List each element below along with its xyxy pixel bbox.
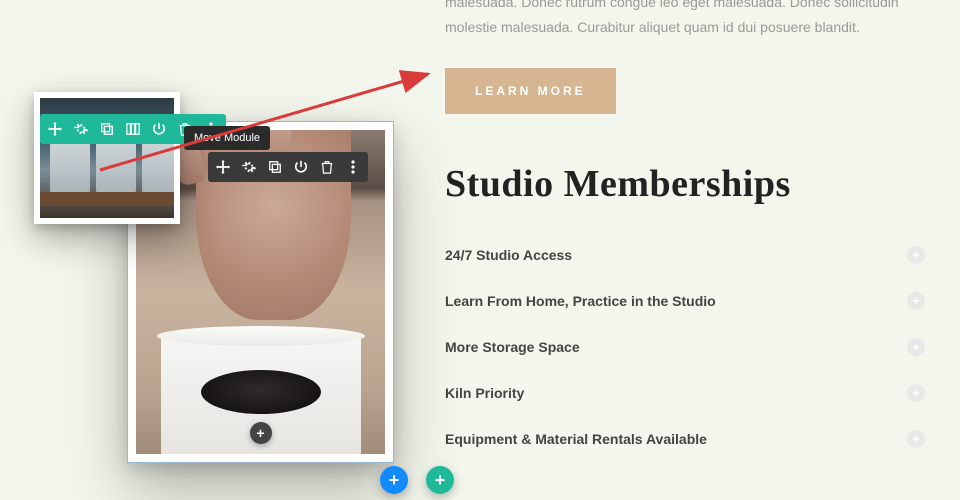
expand-icon: +	[907, 338, 925, 356]
accordion-item[interactable]: Equipment & Material Rentals Available +	[445, 416, 925, 462]
accordion-label: More Storage Space	[445, 339, 580, 355]
more-icon[interactable]	[342, 156, 364, 178]
expand-icon: +	[907, 430, 925, 448]
content-column: malesuada. Donec rutrum congue leo eget …	[445, 0, 925, 462]
add-row-button[interactable]: +	[426, 466, 454, 494]
expand-icon: +	[907, 384, 925, 402]
move-icon[interactable]	[212, 156, 234, 178]
accordion-item[interactable]: More Storage Space +	[445, 324, 925, 370]
power-icon[interactable]	[290, 156, 312, 178]
move-module-tooltip: Move Module	[184, 126, 270, 150]
memberships-heading: Studio Memberships	[445, 162, 925, 206]
accordion-label: Equipment & Material Rentals Available	[445, 431, 707, 447]
accordion-label: 24/7 Studio Access	[445, 247, 572, 263]
expand-icon: +	[907, 292, 925, 310]
move-icon[interactable]	[44, 118, 66, 140]
trash-icon[interactable]	[316, 156, 338, 178]
accordion-item[interactable]: Kiln Priority +	[445, 370, 925, 416]
image-module-thumb[interactable]	[34, 92, 180, 224]
intro-paragraph: malesuada. Donec rutrum congue leo eget …	[445, 0, 925, 40]
add-section-button[interactable]: +	[380, 466, 408, 494]
columns-icon[interactable]	[122, 118, 144, 140]
accordion-item[interactable]: Learn From Home, Practice in the Studio …	[445, 278, 925, 324]
add-inside-button[interactable]: +	[250, 422, 272, 444]
gear-icon[interactable]	[238, 156, 260, 178]
accordion-item[interactable]: 24/7 Studio Access +	[445, 232, 925, 278]
learn-more-button[interactable]: LEARN MORE	[445, 68, 616, 114]
add-buttons-row: + +	[380, 466, 454, 494]
gear-icon[interactable]	[70, 118, 92, 140]
accordion-label: Kiln Priority	[445, 385, 524, 401]
module-toolbar-dark	[208, 152, 368, 182]
duplicate-icon[interactable]	[264, 156, 286, 178]
accordion-label: Learn From Home, Practice in the Studio	[445, 293, 716, 309]
power-icon[interactable]	[148, 118, 170, 140]
duplicate-icon[interactable]	[96, 118, 118, 140]
expand-icon: +	[907, 246, 925, 264]
